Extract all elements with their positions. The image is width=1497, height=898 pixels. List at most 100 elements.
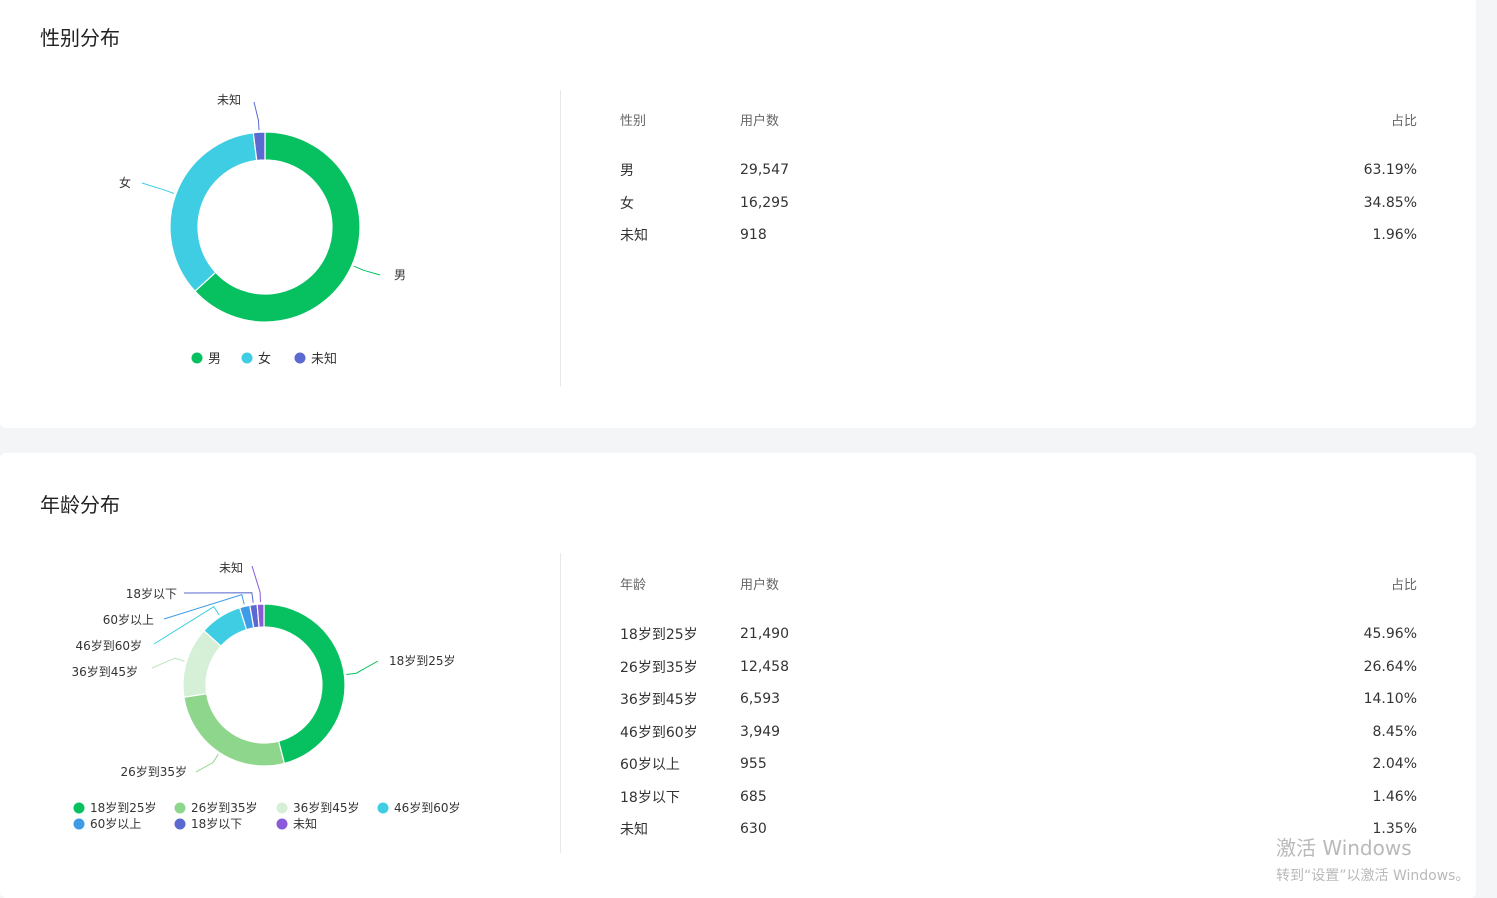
gender-card: 性别分布 男女未知男女未知 性别 用户数 占比 男 29,547 63.19% …	[0, 0, 1476, 428]
slice-label-6: 未知	[219, 561, 243, 575]
leader-line-1	[195, 754, 219, 773]
watermark-subtitle: 转到“设置”以激活 Windows。	[1276, 868, 1470, 884]
row-label: 男	[620, 163, 634, 180]
row-label: 未知	[620, 822, 648, 839]
legend-marker-2[interactable]	[276, 802, 288, 814]
legend-marker-2[interactable]	[294, 352, 306, 364]
age-col-pct: 占比	[1390, 577, 1417, 592]
table-row: 46岁到60岁 3,949 8.45%	[620, 716, 1417, 749]
age-divider	[560, 553, 561, 853]
row-label: 26岁到35岁	[620, 659, 698, 676]
leader-line-6	[251, 565, 261, 603]
age-card: 年龄分布 18岁到25岁 26岁到35岁 36岁到45岁 46岁到60岁 60岁以上 18…	[0, 453, 1476, 898]
legend-label-1[interactable]: 26岁到35岁	[191, 800, 258, 815]
legend-marker-5[interactable]	[174, 818, 186, 830]
row-pct: 63.19%	[1363, 162, 1417, 179]
age-donut-chart: 18岁到25岁26岁到35岁36岁到45岁46岁到60岁60岁以上18岁以下未知…	[71, 561, 461, 831]
row-count: 955	[740, 756, 767, 773]
row-pct: 26.64%	[1363, 658, 1417, 675]
leader-line-1	[141, 182, 175, 194]
slice-label-5: 18岁以下	[126, 586, 177, 601]
slice-label-0: 男	[394, 268, 406, 282]
legend-label-3[interactable]: 46岁到60岁	[394, 800, 461, 815]
row-pct: 45.96%	[1363, 626, 1417, 643]
row-label: 18岁到25岁	[620, 627, 698, 644]
row-count: 685	[740, 788, 767, 805]
row-pct: 8.45%	[1372, 723, 1417, 740]
row-count: 6,593	[740, 691, 781, 708]
legend-marker-4[interactable]	[73, 818, 85, 830]
legend-marker-0[interactable]	[191, 352, 203, 364]
watermark-title: 激活 Windows	[1276, 836, 1412, 860]
slice-label-3: 46岁到60岁	[75, 638, 142, 653]
legend-label-6[interactable]: 未知	[293, 817, 317, 831]
gender-col-pct: 占比	[1390, 113, 1417, 128]
row-label: 46岁到60岁	[620, 724, 698, 741]
chart-legend: 18岁到25岁 26岁到35岁 36岁到45岁 46岁到60岁 60岁以上 18岁以下 未知	[73, 800, 461, 831]
slice-label-0: 18岁到25岁	[389, 653, 456, 668]
age-table-header: 年龄 用户数 占比	[620, 574, 1417, 600]
donut-slices	[182, 603, 346, 767]
row-label: 36岁到45岁	[620, 692, 698, 709]
gender-table: 性别 用户数 占比 男 29,547 63.19% 女 16,295 34.85…	[620, 110, 1417, 252]
slice-label-2: 36岁到45岁	[71, 664, 138, 679]
leader-line-2	[253, 101, 260, 131]
table-row: 18岁到25岁 21,490 45.96%	[620, 618, 1417, 651]
row-count: 918	[740, 227, 767, 244]
legend-marker-1[interactable]	[174, 802, 186, 814]
gender-col-label: 性别	[620, 114, 647, 129]
row-count: 3,949	[740, 723, 781, 740]
row-pct: 2.04%	[1372, 756, 1417, 773]
row-count: 21,490	[740, 626, 789, 643]
gender-col-count: 用户数	[740, 113, 780, 128]
legend-label-0[interactable]: 男	[208, 352, 221, 367]
legend-label-2[interactable]: 36岁到45岁	[293, 800, 360, 815]
legend-label-1[interactable]: 女	[258, 351, 271, 367]
leader-line-0	[346, 660, 379, 675]
leader-line-2	[151, 657, 185, 669]
table-row: 男 29,547 63.19%	[620, 154, 1417, 187]
leader-line-0	[353, 265, 381, 276]
donut-slices	[169, 131, 361, 323]
donut-slice-1[interactable]	[169, 132, 258, 293]
donut-slice-1[interactable]	[183, 693, 286, 767]
table-row: 女 16,295 34.85%	[620, 187, 1417, 220]
table-row: 未知 918 1.96%	[620, 219, 1417, 252]
table-row: 18岁以下 685 1.46%	[620, 781, 1417, 814]
row-count: 29,547	[740, 162, 789, 179]
slice-label-1: 女	[119, 175, 131, 190]
row-pct: 34.85%	[1363, 194, 1417, 211]
row-count: 12,458	[740, 658, 789, 675]
row-label: 60岁以上	[620, 757, 680, 774]
age-table: 年龄 用户数 占比 18岁到25岁 21,490 45.96% 26岁到35岁 …	[620, 574, 1417, 846]
row-label: 未知	[620, 228, 648, 245]
row-label: 18岁以下	[620, 789, 680, 806]
row-count: 630	[740, 821, 767, 838]
legend-marker-6[interactable]	[276, 818, 288, 830]
row-pct: 14.10%	[1363, 691, 1417, 708]
gender-donut-chart: 男女未知男女未知	[119, 93, 406, 367]
table-row: 26岁到35岁 12,458 26.64%	[620, 651, 1417, 684]
table-row: 36岁到45岁 6,593 14.10%	[620, 683, 1417, 716]
slice-label-1: 26岁到35岁	[120, 764, 187, 779]
slice-label-4: 60岁以上	[103, 612, 154, 627]
row-pct: 1.96%	[1372, 227, 1417, 244]
donut-slice-0[interactable]	[263, 603, 346, 765]
row-count: 16,295	[740, 194, 789, 211]
legend-label-2[interactable]: 未知	[311, 351, 337, 367]
gender-divider	[560, 90, 561, 386]
legend-marker-0[interactable]	[73, 802, 85, 814]
row-label: 女	[620, 195, 634, 212]
table-row: 60岁以上 955 2.04%	[620, 748, 1417, 781]
legend-marker-3[interactable]	[377, 802, 389, 814]
gender-table-header: 性别 用户数 占比	[620, 110, 1417, 136]
windows-activation-watermark: 激活 Windows 转到“设置”以激活 Windows。	[1276, 832, 1469, 885]
chart-legend: 男 女 未知	[191, 351, 337, 367]
legend-label-5[interactable]: 18岁以下	[191, 816, 242, 831]
legend-label-0[interactable]: 18岁到25岁	[90, 800, 157, 815]
age-col-label: 年龄	[620, 578, 647, 593]
legend-label-4[interactable]: 60岁以上	[90, 816, 141, 831]
legend-marker-1[interactable]	[241, 352, 253, 364]
row-pct: 1.46%	[1372, 788, 1417, 805]
age-col-count: 用户数	[740, 577, 780, 592]
